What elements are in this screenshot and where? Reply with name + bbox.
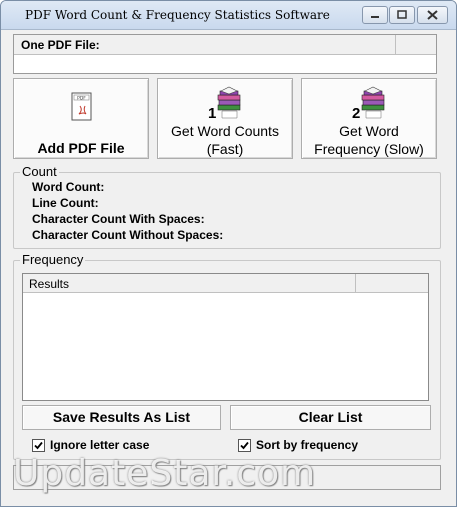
status-bar — [13, 465, 441, 490]
minimize-icon — [371, 16, 379, 18]
line-count-label: Line Count: — [32, 196, 99, 210]
file-list-header-label: One PDF File: — [21, 38, 100, 52]
save-results-button[interactable]: Save Results As List — [22, 405, 221, 430]
results-list[interactable]: Results — [22, 273, 429, 401]
app-window: PDF Word Count & Frequency Statistics So… — [0, 0, 457, 507]
get-word-frequency-button[interactable]: 2 Get Word Frequency (Slow) — [301, 78, 437, 159]
frequency-group-title: Frequency — [20, 252, 86, 267]
count-group: Count Word Count: Line Count: Character … — [13, 164, 441, 249]
count-group-title: Count — [20, 164, 59, 179]
step-number: 1 — [208, 105, 216, 121]
column-divider[interactable] — [355, 274, 356, 293]
maximize-button[interactable] — [389, 6, 415, 24]
char-count-with-spaces-label: Character Count With Spaces: — [32, 212, 205, 226]
step-number: 2 — [352, 105, 360, 121]
add-pdf-label: Add PDF File — [37, 140, 125, 156]
sort-by-frequency-label[interactable]: Sort by frequency — [256, 438, 358, 452]
char-count-without-spaces-label: Character Count Without Spaces: — [32, 228, 224, 242]
pdf-document-icon: PDF — [71, 92, 93, 125]
checkmark-icon — [240, 441, 249, 449]
results-header: Results — [23, 274, 428, 293]
pdf-file-list[interactable]: One PDF File: — [13, 34, 437, 74]
clear-list-button[interactable]: Clear List — [230, 405, 431, 430]
title-bar[interactable]: PDF Word Count & Frequency Statistics So… — [1, 1, 456, 30]
frequency-group: Frequency Results Save Results As List C… — [13, 252, 441, 460]
sort-by-frequency-checkbox[interactable]: Sort by frequency — [238, 438, 358, 452]
add-pdf-button[interactable]: PDF Add PDF File — [13, 78, 149, 159]
word-counts-label-1: Get Word Counts — [171, 123, 279, 139]
sort-frequency-check-box[interactable] — [238, 438, 251, 452]
close-button[interactable] — [417, 6, 448, 24]
window-title: PDF Word Count & Frequency Statistics So… — [25, 8, 330, 22]
word-frequency-label-2: Frequency (Slow) — [314, 141, 424, 157]
word-count-label: Word Count: — [32, 180, 105, 194]
word-frequency-label-1: Get Word — [339, 123, 399, 139]
word-counts-label-2: (Fast) — [206, 141, 244, 157]
minimize-button[interactable] — [362, 6, 388, 24]
ignore-case-label[interactable]: Ignore letter case — [50, 438, 149, 452]
ignore-case-checkbox[interactable]: Ignore letter case — [32, 438, 149, 452]
close-icon — [427, 10, 438, 20]
maximize-icon — [397, 10, 407, 19]
books-icon: 2 — [350, 85, 390, 124]
results-column-header[interactable]: Results — [29, 277, 69, 291]
books-icon: 1 — [206, 85, 246, 124]
ignore-case-check-box[interactable] — [32, 438, 45, 452]
column-divider[interactable] — [395, 35, 396, 55]
checkmark-icon — [34, 441, 43, 449]
get-word-counts-button[interactable]: 1 Get Word Counts (Fast) — [157, 78, 293, 159]
svg-text:PDF: PDF — [77, 95, 86, 101]
file-list-header: One PDF File: — [14, 35, 436, 55]
